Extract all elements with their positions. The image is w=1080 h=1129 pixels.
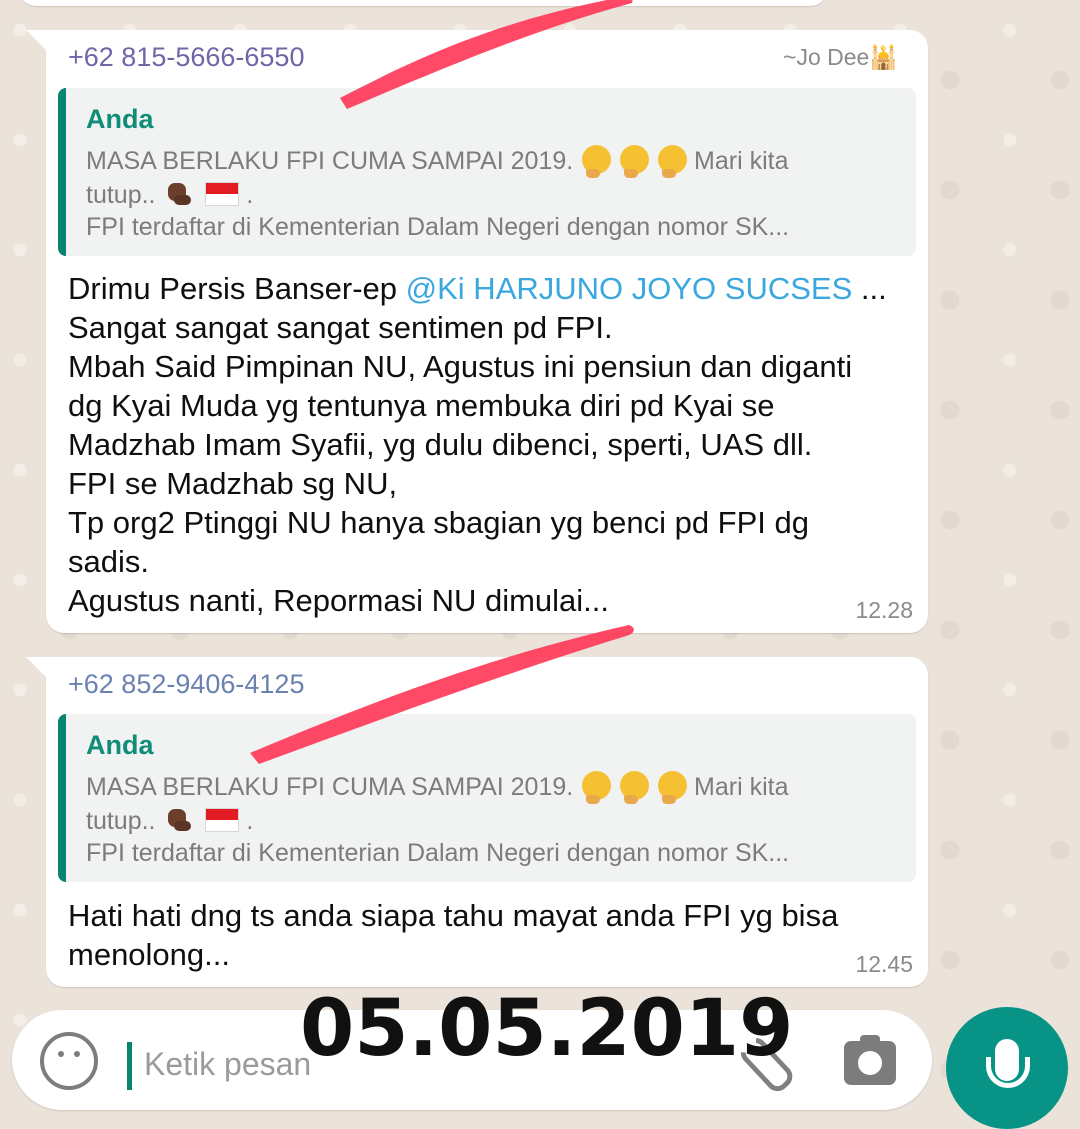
message-line: menolong... xyxy=(68,937,230,972)
message-line: Hati hati dng ts anda siapa tahu mayat a… xyxy=(68,898,839,933)
voice-message-button[interactable] xyxy=(946,1007,1068,1129)
quote-author-1: Anda xyxy=(86,104,154,134)
quoted-message-1[interactable]: Anda MASA BERLAKU FPI CUMA SAMPAI 2019. … xyxy=(58,88,916,256)
thinking-face-icon xyxy=(620,771,650,804)
thinking-face-icon xyxy=(658,145,688,178)
quote-line-2-suffix: . xyxy=(246,807,254,835)
message-tail-1 xyxy=(26,30,48,52)
quote-line-1-suffix: Mari kita xyxy=(694,147,789,175)
message-line: sadis. xyxy=(68,544,149,579)
message-input-placeholder[interactable]: Ketik pesan xyxy=(144,1046,311,1083)
quote-line-1: MASA BERLAKU FPI CUMA SAMPAI 2019. Mari … xyxy=(86,771,789,804)
quote-line-1-text: MASA BERLAKU FPI CUMA SAMPAI 2019. xyxy=(86,147,574,175)
previous-message-bubble[interactable] xyxy=(18,0,828,6)
message-line: Drimu Persis Banser-ep @Ki HARJUNO JOYO … xyxy=(68,269,900,308)
thinking-face-icon xyxy=(582,771,612,804)
indonesia-flag-icon xyxy=(205,182,240,206)
message-line: dg Kyai Muda yg tentunya membuka diri pd… xyxy=(68,388,775,423)
quote-line-1-suffix: Mari kita xyxy=(694,773,789,801)
message-text-2: Hati hati dng ts anda siapa tahu mayat a… xyxy=(68,896,900,974)
message-text-1: Drimu Persis Banser-ep @Ki HARJUNO JOYO … xyxy=(68,269,900,620)
sender-number-1[interactable]: +62 815-5666-6550 xyxy=(68,42,304,73)
quote-accent-bar xyxy=(58,88,66,256)
mention-link[interactable]: @Ki HARJUNO JOYO SUCSES xyxy=(406,271,853,306)
message-line-1-start: Drimu Persis Banser-ep xyxy=(68,271,406,306)
message-line: FPI se Madzhab sg NU, xyxy=(68,466,398,501)
message-time-1: 12.28 xyxy=(855,597,913,623)
quote-author-2: Anda xyxy=(86,730,154,760)
flexed-biceps-icon xyxy=(164,180,194,207)
quote-line-1-text: MASA BERLAKU FPI CUMA SAMPAI 2019. xyxy=(86,773,574,801)
quote-accent-bar xyxy=(58,714,66,882)
date-overlay: 05.05.2019 xyxy=(300,984,794,1074)
quote-line-2: tutup.. . xyxy=(86,806,253,836)
message-line: Tp org2 Ptinggi NU hanya sbagian yg benc… xyxy=(68,505,810,540)
quote-line-3: FPI terdaftar di Kementerian Dalam Neger… xyxy=(86,839,790,867)
message-line: Sangat sangat sangat sentimen pd FPI. xyxy=(68,310,613,345)
quote-line-3: FPI terdaftar di Kementerian Dalam Neger… xyxy=(86,213,790,241)
quote-line-2: tutup.. . xyxy=(86,180,253,210)
quote-line-2-text: tutup.. xyxy=(86,807,156,835)
message-line: Mbah Said Pimpinan NU, Agustus ini pensi… xyxy=(68,349,853,384)
message-line: Madzhab Imam Syafii, yg dulu dibenci, sp… xyxy=(68,427,813,462)
camera-icon[interactable] xyxy=(844,1035,896,1085)
smiley-icon[interactable] xyxy=(40,1032,98,1090)
sender-pushname-1: ~Jo Dee🕌 xyxy=(783,44,898,70)
indonesia-flag-icon xyxy=(205,808,240,832)
message-bubble-2[interactable]: +62 852-9406-4125 Anda MASA BERLAKU FPI … xyxy=(26,657,928,987)
message-time-2: 12.45 xyxy=(855,951,913,977)
thinking-face-icon xyxy=(620,145,650,178)
microphone-icon xyxy=(986,1039,1030,1088)
flexed-biceps-icon xyxy=(164,806,194,833)
quote-line-2-text: tutup.. xyxy=(86,181,156,209)
message-line: Agustus nanti, Repormasi NU dimulai... xyxy=(68,583,610,618)
message-tail-2 xyxy=(26,657,48,679)
message-bubble-1[interactable]: +62 815-5666-6550 ~Jo Dee🕌 Anda MASA BER… xyxy=(26,30,928,633)
thinking-face-icon xyxy=(582,145,612,178)
quoted-message-2[interactable]: Anda MASA BERLAKU FPI CUMA SAMPAI 2019. … xyxy=(58,714,916,882)
thinking-face-icon xyxy=(658,771,688,804)
sender-number-2[interactable]: +62 852-9406-4125 xyxy=(68,669,304,700)
text-cursor xyxy=(127,1042,132,1090)
quote-line-2-suffix: . xyxy=(246,181,254,209)
message-line-1-end: ... xyxy=(852,271,887,306)
quote-line-1: MASA BERLAKU FPI CUMA SAMPAI 2019. Mari … xyxy=(86,145,789,178)
